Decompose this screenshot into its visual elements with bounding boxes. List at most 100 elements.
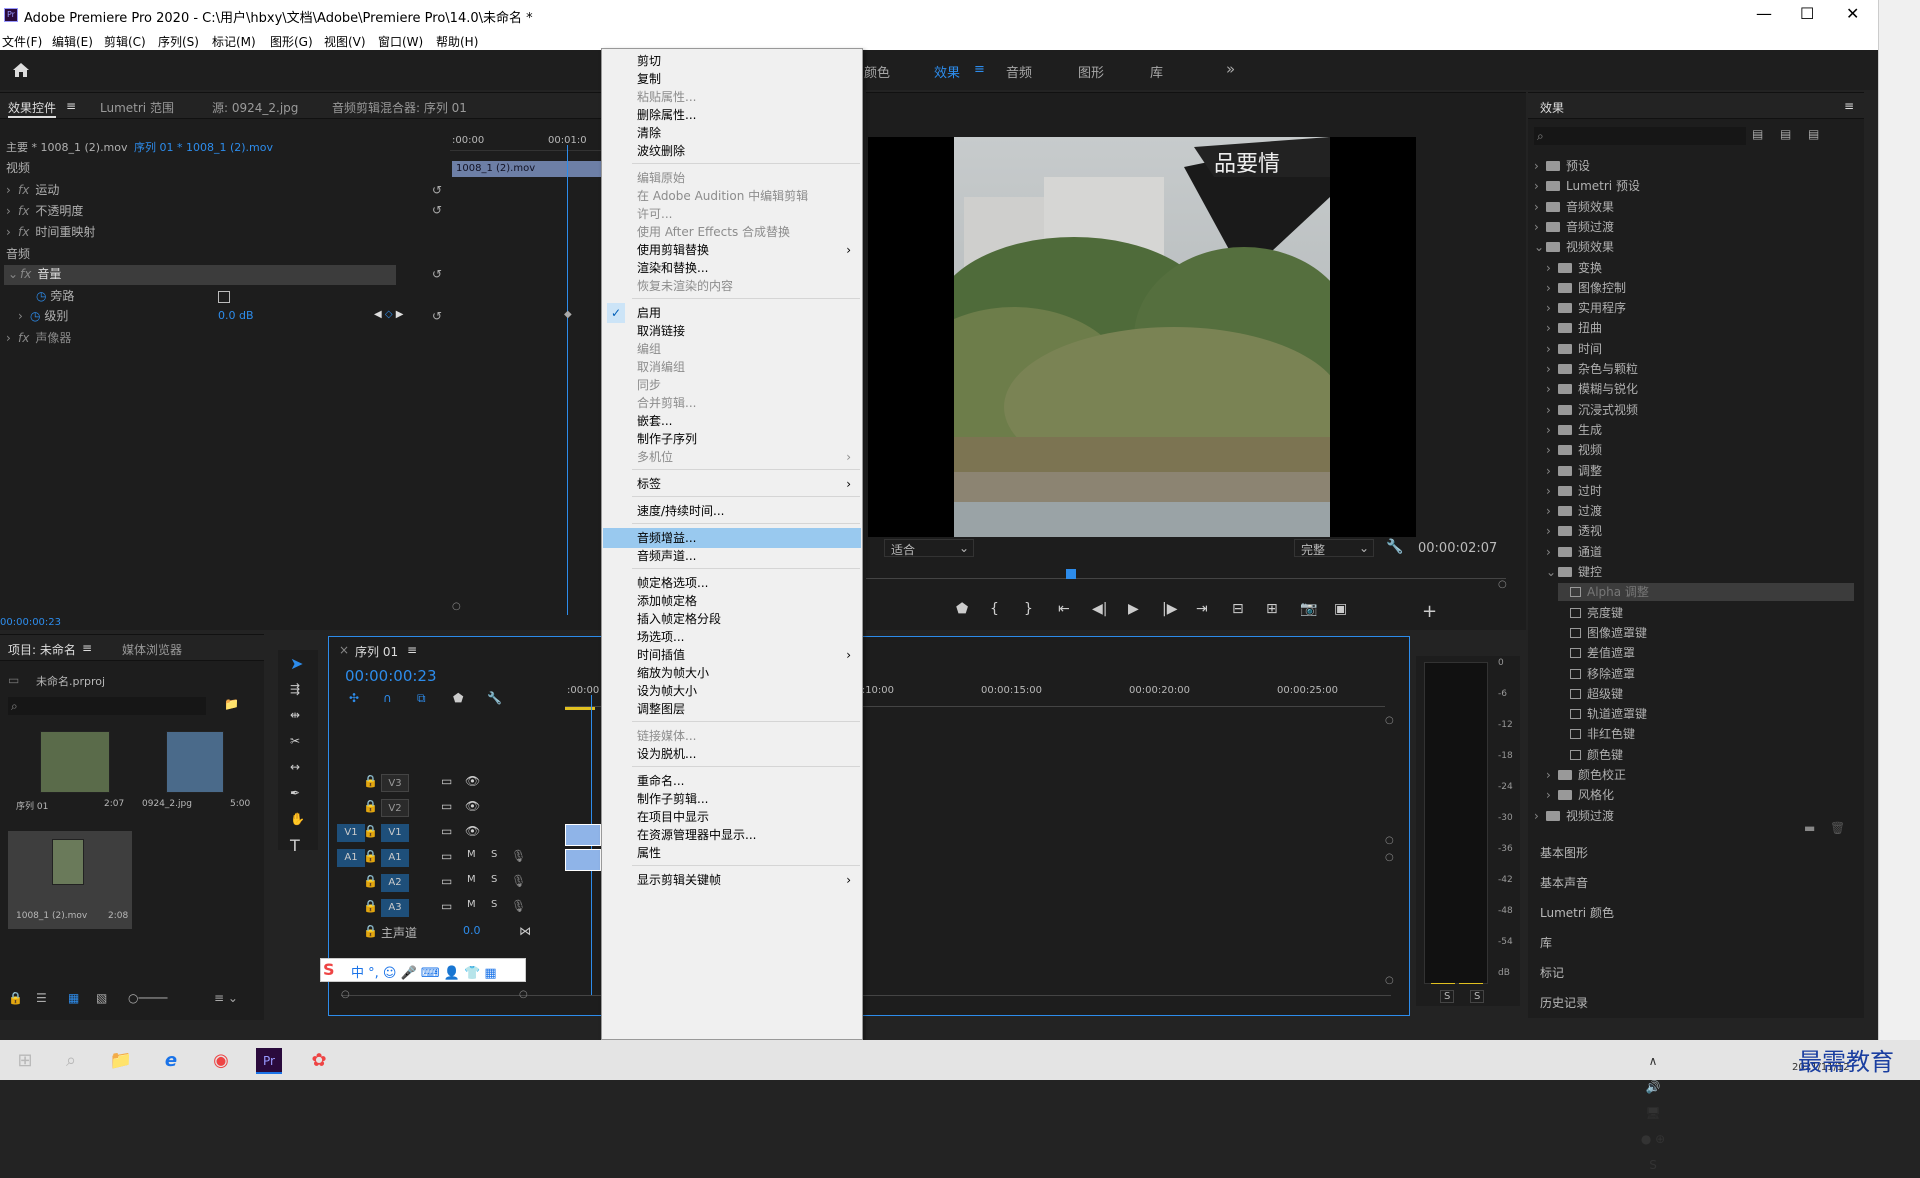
- effects-tree-item[interactable]: › 沉浸式视频: [1546, 401, 1854, 419]
- panel-essential-graphics[interactable]: 基本图形: [1540, 840, 1840, 866]
- effects-tree-item[interactable]: Alpha 调整: [1558, 583, 1854, 602]
- effect-clip-bar[interactable]: 1008_1 (2).mov: [452, 161, 602, 177]
- menu-item[interactable]: 帧定格选项...: [603, 573, 861, 593]
- timeline-menu-icon[interactable]: ≡: [407, 643, 417, 657]
- project-search-input[interactable]: ⌕: [8, 697, 206, 715]
- sync-lock-icon[interactable]: ▭: [441, 824, 452, 838]
- menu-item[interactable]: 音频声道...: [603, 546, 861, 566]
- chevron-right-icon[interactable]: ›: [1534, 809, 1546, 823]
- workspace-tab-libraries[interactable]: 库: [1150, 62, 1163, 81]
- linked-selection-icon[interactable]: ⧉: [417, 691, 426, 706]
- effect-playhead[interactable]: [567, 145, 568, 615]
- track-label[interactable]: V2: [381, 799, 409, 817]
- effects-tree-item[interactable]: 轨道遮罩键: [1558, 705, 1854, 723]
- reset-motion-icon[interactable]: ↺: [432, 183, 442, 197]
- solo-left-button[interactable]: S: [1440, 990, 1455, 1003]
- effects-tree-item[interactable]: ⌄ 视频效果: [1534, 238, 1854, 256]
- chevron-right-icon[interactable]: ›: [1546, 524, 1558, 538]
- zoom-slider-handle[interactable]: ○: [452, 601, 461, 612]
- lock-icon[interactable]: 🔒: [363, 849, 378, 863]
- effects-tree-item[interactable]: › 生成: [1546, 421, 1854, 439]
- effects-tree-item[interactable]: › 扭曲: [1546, 319, 1854, 337]
- chrome-icon[interactable]: ◉: [208, 1048, 234, 1074]
- track-label[interactable]: A2: [381, 874, 409, 892]
- razor-tool-icon[interactable]: ✂: [290, 734, 300, 748]
- effects-tree-item[interactable]: 亮度键: [1558, 604, 1854, 622]
- fit-dropdown[interactable]: 适合 ⌄: [884, 539, 974, 557]
- mark-in-icon[interactable]: {: [990, 601, 999, 617]
- menu-item[interactable]: 设为帧大小: [603, 681, 861, 701]
- effects-tree-item[interactable]: 差值遮罩: [1558, 644, 1854, 662]
- chevron-right-icon[interactable]: ›: [1546, 484, 1558, 498]
- menu-item[interactable]: 使用剪辑替换 ›: [603, 240, 861, 260]
- workspace-tab-audio[interactable]: 音频: [1006, 62, 1032, 81]
- file-explorer-icon[interactable]: 📁: [108, 1048, 134, 1074]
- menu-item[interactable]: 调整图层: [603, 699, 861, 719]
- workspace-tab-effects[interactable]: 效果: [934, 62, 960, 81]
- chevron-down-icon[interactable]: ⌄: [1546, 565, 1558, 579]
- ime-mode-icon[interactable]: 中 °, ☺ 🎤 ⌨ 👤 👕 ▦: [351, 962, 497, 981]
- menu-item[interactable]: 清除: [603, 123, 861, 143]
- project-item-image[interactable]: 0924_2.jpg 5:00: [134, 727, 254, 817]
- more-workspaces-button[interactable]: »: [1226, 60, 1235, 78]
- effects-tree-item[interactable]: › 模糊与锐化: [1546, 380, 1854, 398]
- delete-icon[interactable]: 🗑: [1830, 821, 1845, 835]
- extract-icon[interactable]: ⊞: [1266, 601, 1278, 617]
- accelerated-effects-icon[interactable]: ▤: [1752, 127, 1763, 141]
- effects-tree-item[interactable]: › 风格化: [1546, 786, 1854, 804]
- maximize-button[interactable]: ☐: [1800, 4, 1814, 23]
- effects-tree-item[interactable]: › 透视: [1546, 522, 1854, 540]
- 32bit-effects-icon[interactable]: ▤: [1780, 127, 1791, 141]
- track-label[interactable]: A3: [381, 899, 409, 917]
- mute-button[interactable]: M: [467, 849, 476, 860]
- effect-opacity[interactable]: › fx 不透明度: [6, 202, 83, 222]
- tab-source[interactable]: 源: 0924_2.jpg: [212, 99, 298, 116]
- panel-lumetri-color[interactable]: Lumetri 颜色: [1540, 900, 1840, 926]
- reset-level-icon[interactable]: ↺: [432, 309, 442, 323]
- close-button[interactable]: ✕: [1846, 4, 1859, 23]
- menu-item[interactable]: 属性: [603, 843, 861, 863]
- menu-item[interactable]: 场选项...: [603, 627, 861, 647]
- sync-lock-icon[interactable]: ▭: [441, 849, 452, 863]
- effects-tree-item[interactable]: › 杂色与颗粒: [1546, 360, 1854, 378]
- effects-menu-icon[interactable]: ≡: [1844, 99, 1854, 113]
- menu-clip[interactable]: 剪辑(C): [104, 33, 146, 50]
- step-back-icon[interactable]: ◀|: [1092, 601, 1107, 617]
- slip-tool-icon[interactable]: ↔: [290, 760, 300, 774]
- sync-lock-icon[interactable]: ▭: [441, 774, 452, 788]
- scroll-handle[interactable]: ○: [1385, 975, 1394, 986]
- menu-marker[interactable]: 标记(M): [212, 33, 256, 50]
- comparison-view-icon[interactable]: ▣: [1334, 601, 1347, 617]
- effect-timeline-ruler[interactable]: :00:00 00:01:0: [450, 133, 602, 151]
- ripple-edit-tool-icon[interactable]: ⇹: [290, 708, 300, 722]
- master-end-icon[interactable]: ⋈: [519, 924, 531, 938]
- lock-icon[interactable]: 🔒: [363, 774, 378, 788]
- eye-icon[interactable]: 👁: [465, 824, 480, 838]
- workspace-menu-icon[interactable]: ≡: [974, 62, 985, 77]
- effects-tree-item[interactable]: › 调整: [1546, 462, 1854, 480]
- track-label[interactable]: V3: [381, 774, 409, 792]
- panel-markers[interactable]: 标记: [1540, 960, 1840, 986]
- video-clip[interactable]: [565, 824, 601, 846]
- effects-search-input[interactable]: ⌕: [1534, 127, 1746, 145]
- menu-item[interactable]: 制作子序列: [603, 429, 861, 449]
- scroll-handle[interactable]: ○: [1385, 852, 1394, 863]
- menu-item[interactable]: 添加帧定格: [603, 591, 861, 611]
- menu-item[interactable]: 缩放为帧大小: [603, 663, 861, 683]
- menu-item[interactable]: 设为脱机...: [603, 744, 861, 764]
- timeline-zoom-bar[interactable]: [341, 995, 1391, 996]
- yuv-effects-icon[interactable]: ▤: [1808, 127, 1819, 141]
- go-to-out-icon[interactable]: ⇥: [1196, 601, 1208, 617]
- audio-clip[interactable]: [565, 849, 601, 871]
- chevron-right-icon[interactable]: ›: [1546, 545, 1558, 559]
- zoom-handle-right[interactable]: ○: [519, 989, 528, 1000]
- menu-item[interactable]: 时间插值 ›: [603, 645, 861, 665]
- new-bin-icon[interactable]: ▬: [1804, 821, 1815, 835]
- panel-history[interactable]: 历史记录: [1540, 990, 1840, 1016]
- project-menu-icon[interactable]: ≡: [82, 641, 92, 655]
- menu-item[interactable]: 嵌套...: [603, 411, 861, 431]
- menu-view[interactable]: 视图(V): [324, 33, 366, 50]
- menu-sequence[interactable]: 序列(S): [158, 33, 199, 50]
- effects-tree-item[interactable]: › 通道: [1546, 543, 1854, 561]
- list-view-icon[interactable]: ☰: [36, 991, 47, 1005]
